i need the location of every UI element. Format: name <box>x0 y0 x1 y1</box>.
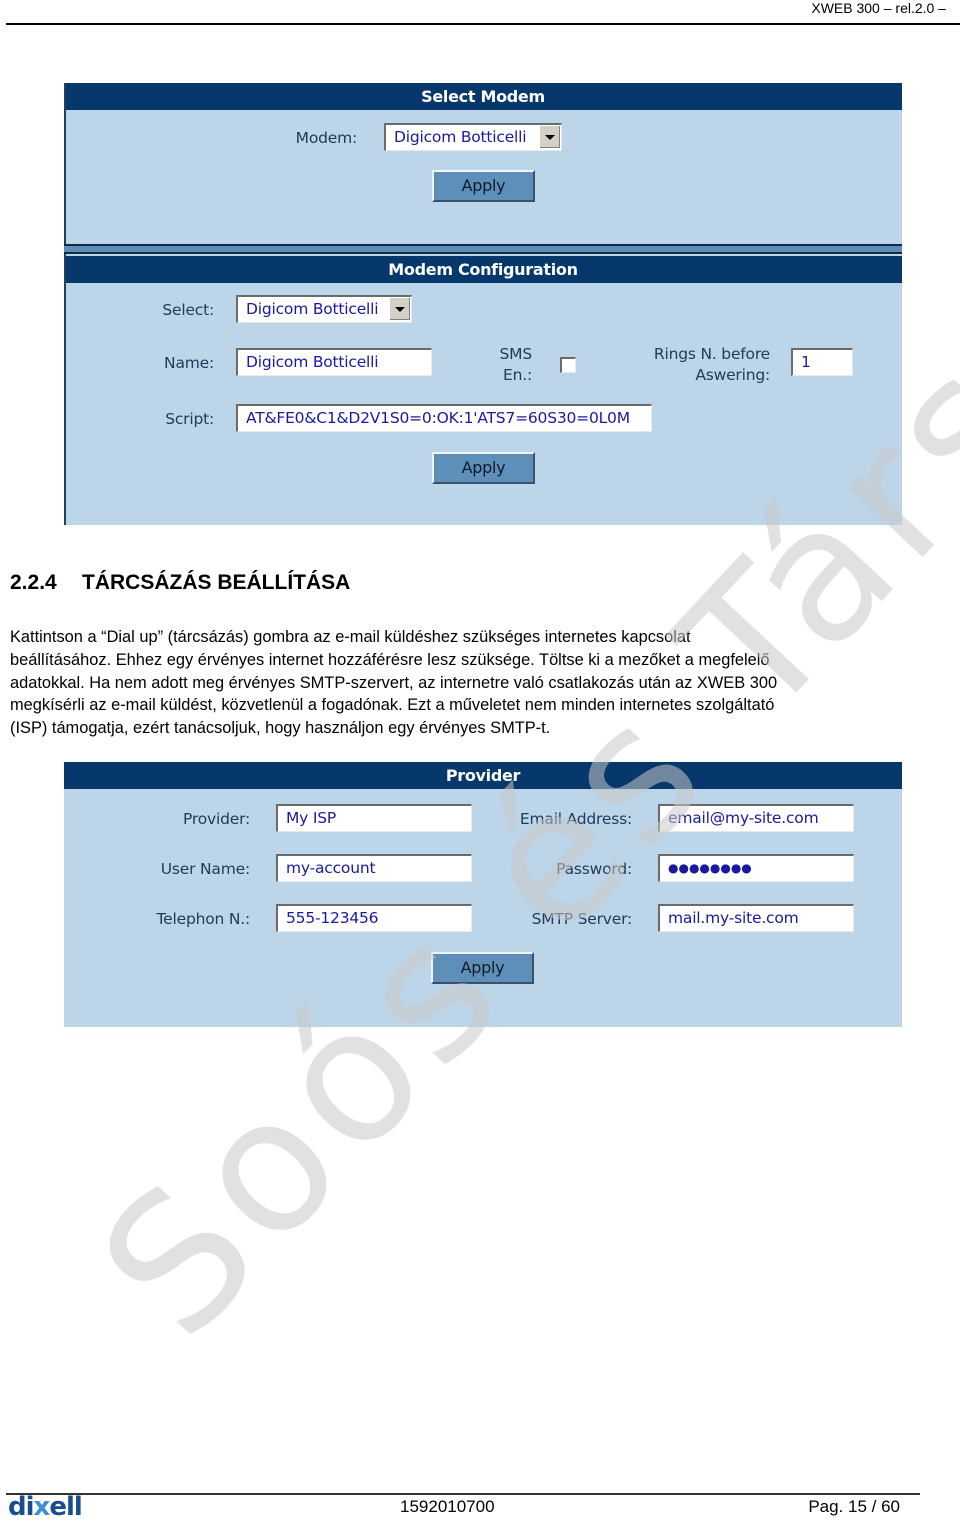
panel-left-border <box>64 83 66 244</box>
chevron-down-icon[interactable] <box>389 298 410 320</box>
paragraph-line: beállításához. Ehhez egy érvényes intern… <box>10 650 770 669</box>
document-number: 1592010700 <box>400 1497 495 1516</box>
chevron-down-icon[interactable] <box>539 126 560 148</box>
header-rule <box>6 23 960 25</box>
paragraph-line: Kattintson a “Dial up” (tárcsázás) gombr… <box>10 628 691 646</box>
section-paragraph: Kattintson a “Dial up” (tárcsázás) gombr… <box>10 626 945 740</box>
smtp-server-input[interactable]: mail.my-site.com <box>658 904 854 932</box>
provider-label: Provider: <box>183 810 250 828</box>
select-label: Select: <box>162 301 214 319</box>
running-header: XWEB 300 – rel.2.0 – <box>811 0 946 16</box>
sms-label-line1: SMS <box>499 345 533 363</box>
apply-button[interactable]: Apply <box>431 952 534 984</box>
telephone-input[interactable]: 555-123456 <box>276 904 472 932</box>
section-number: 2.2.4 <box>10 571 57 594</box>
panel-title: Provider <box>64 762 902 789</box>
name-label: Name: <box>164 354 214 372</box>
password-label: Password: <box>556 860 632 878</box>
paragraph-line: (ISP) támogatja, ezért tanácsoljuk, hogy… <box>10 719 551 738</box>
panel-divider <box>64 244 902 254</box>
sms-enable-label: SMS En.: <box>484 344 533 386</box>
email-label: Email Address: <box>519 810 632 828</box>
rings-label: Rings N. before Aswering: <box>654 344 770 386</box>
provider-input[interactable]: My ISP <box>276 804 472 832</box>
section-heading: 2.2.4 TÁRCSÁZÁS BEÁLLÍTÁSA <box>10 571 350 595</box>
dixell-logo: dixell <box>8 1492 83 1522</box>
modem-configuration-panel: Modem Configuration Select: Digicom Bott… <box>64 254 902 525</box>
paragraph-line: adatokkal. Ha nem adott meg érvényes SMT… <box>10 673 778 692</box>
panel-title: Select Modem <box>64 83 902 110</box>
name-input[interactable]: Digicom Botticelli <box>236 348 432 376</box>
provider-panel: Provider Provider: My ISP User Name: my-… <box>64 762 902 1027</box>
username-label: User Name: <box>160 860 250 878</box>
modem-select[interactable]: Digicom Botticelli <box>384 123 562 151</box>
script-input[interactable]: AT&FE0&C1&D2V1S0=0:OK:1'ATS7=60S30=0L0M <box>236 404 652 432</box>
sms-enable-checkbox[interactable] <box>560 357 576 373</box>
username-input[interactable]: my-account <box>276 854 472 882</box>
telephone-label: Telephon N.: <box>156 910 251 928</box>
modem-config-select[interactable]: Digicom Botticelli <box>236 295 412 323</box>
panel-left-border <box>64 254 66 525</box>
apply-button[interactable]: Apply <box>432 452 535 484</box>
password-input[interactable]: ●●●●●●●● <box>658 854 854 882</box>
rings-label-line2: Aswering: <box>695 366 770 384</box>
email-input[interactable]: email@my-site.com <box>658 804 854 832</box>
rings-label-line1: Rings N. before <box>653 345 770 363</box>
script-label: Script: <box>165 410 214 428</box>
select-modem-panel: Select Modem Modem: Digicom Botticelli A… <box>64 83 902 244</box>
page-number: Pag. 15 / 60 <box>808 1497 900 1516</box>
panel-title: Modem Configuration <box>64 256 902 283</box>
sms-label-line2: En.: <box>503 366 532 384</box>
section-title: TÁRCSÁZÁS BEÁLLÍTÁSA <box>82 571 351 594</box>
rings-input[interactable]: 1 <box>791 348 853 376</box>
paragraph-line: megkísérli az e-mail küldést, közvetlenü… <box>10 696 775 715</box>
smtp-server-label: SMTP Server: <box>531 910 633 928</box>
apply-button[interactable]: Apply <box>432 170 535 202</box>
modem-config-select-value: Digicom Botticelli <box>246 300 379 318</box>
modem-label: Modem: <box>295 129 358 147</box>
footer-rule <box>6 1493 920 1495</box>
modem-select-value: Digicom Botticelli <box>394 128 527 146</box>
